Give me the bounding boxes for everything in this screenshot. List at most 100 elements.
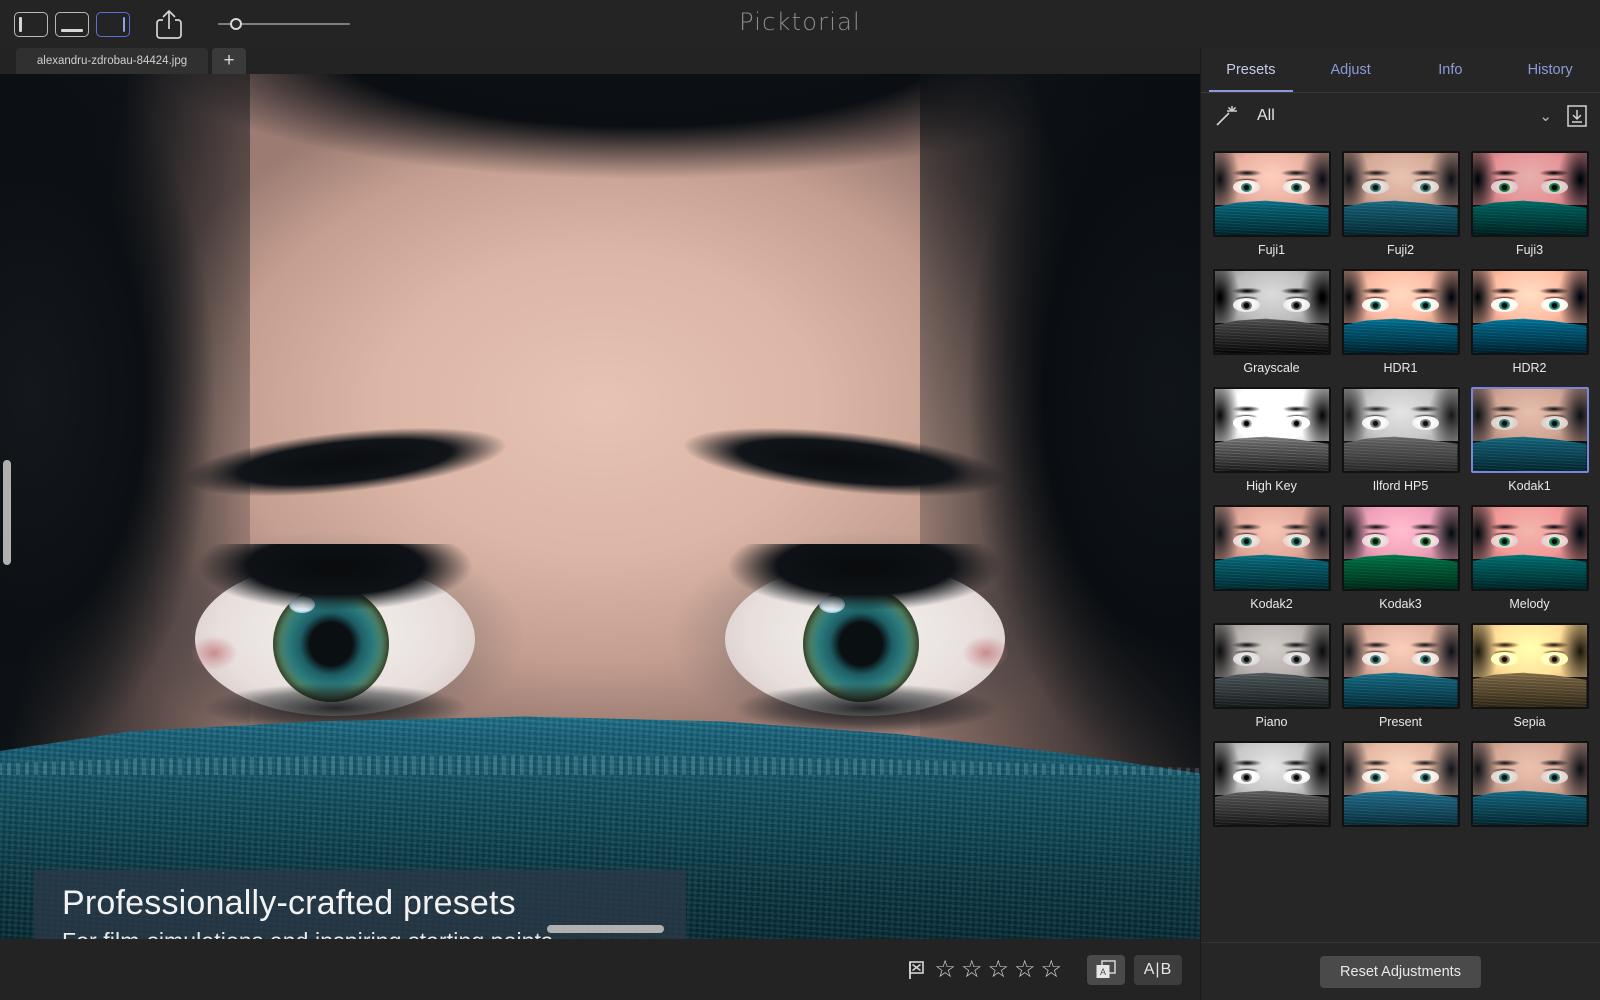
star-5[interactable]: ☆	[1040, 957, 1062, 982]
preset-label: HDR2	[1512, 361, 1547, 375]
tab-adjust-label: Adjust	[1330, 62, 1371, 78]
chevron-down-icon[interactable]: ⌄	[1539, 107, 1552, 125]
right-panel: Presets Adjust Info History All ⌄ Fuji1 …	[1200, 48, 1600, 1000]
tab-adjust[interactable]: Adjust	[1301, 48, 1401, 92]
preset-thumbnail[interactable]	[1470, 151, 1589, 237]
new-tab-button[interactable]: +	[212, 48, 246, 74]
photo-eye-left	[185, 544, 485, 734]
preset-label: Fuji3	[1515, 243, 1544, 257]
preset-thumbnail[interactable]	[1470, 741, 1589, 827]
preset-item-kodak3[interactable]: Kodak3	[1336, 498, 1465, 616]
reject-flag-icon[interactable]	[907, 959, 929, 981]
preset-label: Piano	[1255, 715, 1288, 729]
preset-item-sepia[interactable]: Sepia	[1465, 616, 1594, 734]
preset-item-hdr1[interactable]: HDR1	[1336, 262, 1465, 380]
eye-lower-lid	[721, 674, 1011, 732]
preset-item-fuji1[interactable]: Fuji1	[1207, 144, 1336, 262]
eye-inner-corner	[191, 636, 237, 670]
preset-thumbnail[interactable]	[1212, 741, 1331, 827]
star-1[interactable]: ☆	[934, 957, 956, 982]
preset-label: Fuji2	[1386, 243, 1415, 257]
eye-upper-lid	[185, 544, 485, 630]
preset-thumbnail[interactable]	[1470, 269, 1589, 355]
preset-filter-bar: All ⌄	[1201, 93, 1600, 139]
preset-item-fuji3[interactable]: Fuji3	[1465, 144, 1594, 262]
new-tab-plus-icon: +	[223, 50, 235, 71]
horizontal-scrollbar[interactable]	[547, 925, 664, 933]
compare-ab-label: A|B	[1143, 960, 1173, 978]
import-preset-icon[interactable]	[1566, 104, 1588, 128]
preset-item-ilford-hp5[interactable]: Ilford HP5	[1336, 380, 1465, 498]
preset-thumbnail[interactable]	[1212, 151, 1331, 237]
reset-adjustments-bar: Reset Adjustments	[1201, 942, 1600, 1000]
preset-label: Fuji1	[1257, 243, 1286, 257]
preset-label: Ilford HP5	[1372, 479, 1429, 493]
magic-wand-icon[interactable]	[1213, 103, 1239, 129]
bottom-toolbar: ☆ ☆ ☆ ☆ ☆ A A|B	[0, 939, 1200, 1000]
copy-adjustments-button[interactable]: A	[1087, 954, 1125, 985]
preset-item-kodak1[interactable]: Kodak1	[1465, 380, 1594, 498]
top-toolbar: Picktorial	[0, 0, 1600, 48]
tab-info-label: Info	[1438, 62, 1463, 78]
preset-thumbnail[interactable]	[1341, 387, 1460, 473]
picktorial-window: Picktorial alexandru-zdrobau-84424.jpg +	[0, 0, 1600, 1000]
preset-item-hdr2[interactable]: HDR2	[1465, 262, 1594, 380]
app-title: Picktorial	[739, 8, 861, 36]
star-4[interactable]: ☆	[1014, 957, 1036, 982]
star-3[interactable]: ☆	[987, 957, 1009, 982]
preset-label: Kodak3	[1379, 597, 1422, 611]
copy-adjustments-icon: A	[1096, 959, 1116, 978]
preset-label: Kodak2	[1250, 597, 1293, 611]
tab-history[interactable]: History	[1500, 48, 1600, 92]
preset-item-fuji2[interactable]: Fuji2	[1336, 144, 1465, 262]
vertical-scrollbar[interactable]	[3, 460, 11, 565]
preset-thumbnail[interactable]	[1212, 623, 1331, 709]
preset-thumbnail[interactable]	[1470, 623, 1589, 709]
preset-item-kodak2[interactable]: Kodak2	[1207, 498, 1336, 616]
preset-label: Present	[1378, 715, 1423, 729]
preset-item-high-key[interactable]: High Key	[1207, 380, 1336, 498]
preset-thumbnail[interactable]	[1341, 269, 1460, 355]
compare-ab-button[interactable]: A|B	[1134, 954, 1182, 985]
tab-history-label: History	[1527, 62, 1573, 78]
preset-item-16[interactable]	[1336, 734, 1465, 838]
file-tab-label: alexandru-zdrobau-84424.jpg	[36, 55, 188, 67]
tab-info[interactable]: Info	[1401, 48, 1501, 92]
preset-filter-value[interactable]: All	[1257, 107, 1539, 125]
preset-label: HDR1	[1383, 361, 1418, 375]
tab-presets-label: Presets	[1226, 62, 1276, 78]
preset-label: High Key	[1246, 479, 1297, 493]
preset-label: Melody	[1509, 597, 1550, 611]
preset-thumbnail[interactable]	[1341, 151, 1460, 237]
eye-upper-lid	[715, 544, 1015, 630]
preset-thumbnail[interactable]	[1341, 623, 1460, 709]
preset-label: Sepia	[1513, 715, 1546, 729]
rating-control[interactable]: ☆ ☆ ☆ ☆ ☆	[907, 957, 1062, 982]
tab-strip: alexandru-zdrobau-84424.jpg +	[0, 48, 1200, 74]
preset-item-present[interactable]: Present	[1336, 616, 1465, 734]
photo-eye-right	[715, 544, 1015, 734]
eye-inner-corner	[963, 636, 1009, 670]
reset-adjustments-button[interactable]: Reset Adjustments	[1320, 955, 1481, 988]
reset-adjustments-label: Reset Adjustments	[1340, 963, 1461, 980]
preset-thumbnail[interactable]	[1341, 741, 1460, 827]
star-2[interactable]: ☆	[961, 957, 983, 982]
preset-thumbnail[interactable]	[1212, 505, 1331, 591]
preset-thumbnail[interactable]	[1470, 387, 1589, 473]
preset-thumbnail[interactable]	[1212, 269, 1331, 355]
preset-label: Grayscale	[1243, 361, 1300, 375]
preset-item-15[interactable]	[1207, 734, 1336, 838]
preset-item-melody[interactable]: Melody	[1465, 498, 1594, 616]
preset-item-grayscale[interactable]: Grayscale	[1207, 262, 1336, 380]
preset-item-piano[interactable]: Piano	[1207, 616, 1336, 734]
preset-item-17[interactable]	[1465, 734, 1594, 838]
preset-thumbnail[interactable]	[1341, 505, 1460, 591]
svg-text:A: A	[1100, 967, 1106, 977]
preset-thumbnail[interactable]	[1212, 387, 1331, 473]
presets-scroll-area[interactable]: Fuji1 Fuji2 Fuji3 Grayscale HDR1 HDR2 Hi…	[1201, 140, 1600, 942]
tab-presets[interactable]: Presets	[1201, 48, 1301, 92]
file-tab[interactable]: alexandru-zdrobau-84424.jpg	[16, 48, 208, 74]
photo-canvas	[0, 74, 1200, 939]
preset-thumbnail[interactable]	[1470, 505, 1589, 591]
image-viewport[interactable]: Professionally-crafted presets For film-…	[0, 74, 1200, 939]
